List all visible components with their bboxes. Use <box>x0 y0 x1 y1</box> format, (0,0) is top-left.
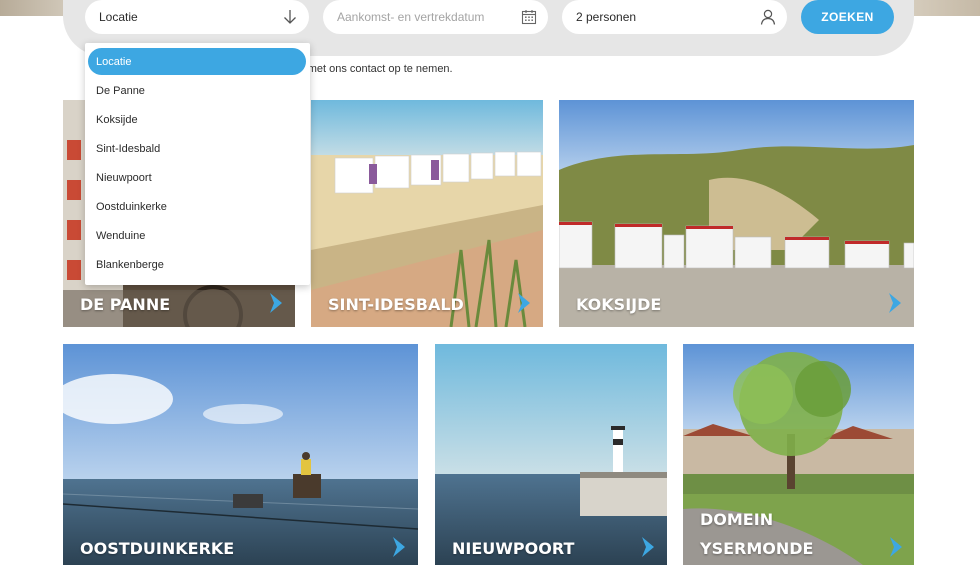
location-option-oostduinkerke[interactable]: Oostduinkerke <box>88 193 306 220</box>
tile-de-panne-label: DE PANNE <box>80 295 171 314</box>
tile-sint-idesbald-label: SINT-IDESBALD <box>328 295 464 314</box>
chevron-right-icon <box>270 293 282 313</box>
location-option-koksijde[interactable]: Koksijde <box>88 106 306 133</box>
location-select-value: Locatie <box>99 10 138 24</box>
tile-oostduinkerke-label: OOSTDUINKERKE <box>80 539 235 558</box>
person-icon <box>760 9 776 25</box>
date-range-placeholder: Aankomst- en vertrekdatum <box>337 10 485 24</box>
date-range-field[interactable]: Aankomst- en vertrekdatum <box>323 0 548 34</box>
chevron-right-icon <box>393 537 405 557</box>
tile-koksijde-label: KOKSIJDE <box>576 295 662 314</box>
location-option-locatie[interactable]: Locatie <box>88 48 306 75</box>
location-option-de-panne[interactable]: De Panne <box>88 77 306 104</box>
tile-oostduinkerke[interactable]: OOSTDUINKERKE <box>63 344 418 565</box>
chevron-right-icon <box>890 537 902 557</box>
calendar-icon <box>521 10 537 25</box>
location-option-wenduine[interactable]: Wenduine <box>88 222 306 249</box>
tile-domein-ysermonde[interactable]: DOMEIN YSERMONDE <box>683 344 914 565</box>
guests-value: 2 personen <box>576 10 637 24</box>
arrow-down-icon <box>284 10 296 24</box>
location-option-nieuwpoort[interactable]: Nieuwpoort <box>88 164 306 191</box>
oostduinkerke-photo <box>63 344 418 565</box>
tile-koksijde[interactable]: KOKSIJDE <box>559 100 914 327</box>
nieuwpoort-photo <box>435 344 667 565</box>
tile-sint-idesbald[interactable]: SINT-IDESBALD <box>311 100 543 327</box>
tile-nieuwpoort[interactable]: NIEUWPOORT <box>435 344 667 565</box>
guests-field[interactable]: 2 personen <box>562 0 787 34</box>
tile-domein-label-line2: YSERMONDE <box>700 539 814 558</box>
location-option-blankenberge[interactable]: Blankenberge <box>88 251 306 278</box>
chevron-right-icon <box>518 293 530 313</box>
location-option-sint-idesbald[interactable]: Sint-Idesbald <box>88 135 306 162</box>
location-select[interactable]: Locatie <box>85 0 309 34</box>
search-button[interactable]: ZOEKEN <box>801 0 894 34</box>
tile-nieuwpoort-label: NIEUWPOORT <box>452 539 575 558</box>
tile-domein-label-line1: DOMEIN <box>700 510 774 529</box>
location-dropdown: Locatie De Panne Koksijde Sint-Idesbald … <box>85 43 310 285</box>
chevron-right-icon <box>642 537 654 557</box>
chevron-right-icon <box>889 293 901 313</box>
